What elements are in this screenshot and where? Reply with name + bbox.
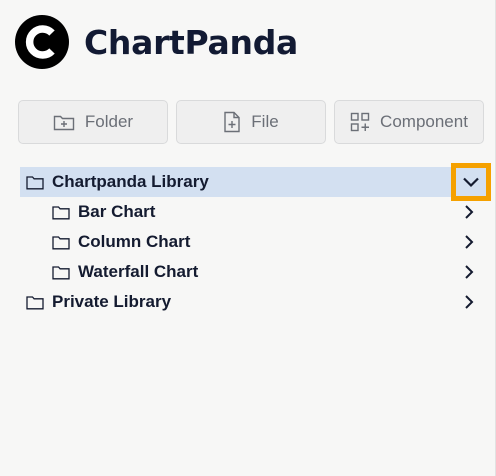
- folder-plus-icon: [53, 115, 75, 131]
- chevron-right-icon[interactable]: [462, 234, 476, 250]
- tree-item-label: Private Library: [52, 292, 172, 311]
- folder-icon: [26, 175, 44, 189]
- tree-item-waterfall-chart[interactable]: Waterfall Chart: [20, 257, 490, 287]
- folder-icon: [52, 265, 70, 279]
- tree-item-bar-chart[interactable]: Bar Chart: [20, 197, 490, 227]
- chartpanda-logo-icon: [15, 15, 69, 69]
- chevron-right-icon[interactable]: [462, 294, 476, 310]
- component-grid-icon: [350, 112, 370, 132]
- collapse-toggle[interactable]: [451, 163, 491, 201]
- chevron-right-icon[interactable]: [462, 264, 476, 280]
- new-file-button[interactable]: File: [176, 100, 326, 144]
- tree-item-chartpanda-library[interactable]: Chartpanda Library: [20, 163, 491, 201]
- create-actions: Folder File Component: [18, 100, 484, 144]
- new-component-label: Component: [380, 112, 468, 131]
- tree-item-label: Chartpanda Library: [52, 172, 209, 191]
- folder-icon: [26, 295, 44, 309]
- file-plus-icon: [224, 111, 240, 133]
- app-header: ChartPanda: [14, 14, 298, 70]
- new-component-button[interactable]: Component: [334, 100, 484, 144]
- app-title: ChartPanda: [84, 22, 298, 62]
- new-folder-label: Folder: [84, 112, 134, 131]
- library-tree: Chartpanda Library Bar Chart Column Char…: [20, 163, 491, 317]
- tree-item-label: Bar Chart: [78, 202, 156, 221]
- tree-item-label: Waterfall Chart: [78, 262, 199, 281]
- tree-item-label: Column Chart: [78, 232, 191, 251]
- tree-item-column-chart[interactable]: Column Chart: [20, 227, 490, 257]
- new-file-label: File: [251, 112, 279, 131]
- tree-item-private-library[interactable]: Private Library: [20, 287, 490, 317]
- chevron-right-icon[interactable]: [462, 204, 476, 220]
- folder-icon: [52, 235, 70, 249]
- new-folder-button[interactable]: Folder: [18, 100, 168, 144]
- chevron-down-icon: [463, 177, 479, 188]
- folder-icon: [52, 205, 70, 219]
